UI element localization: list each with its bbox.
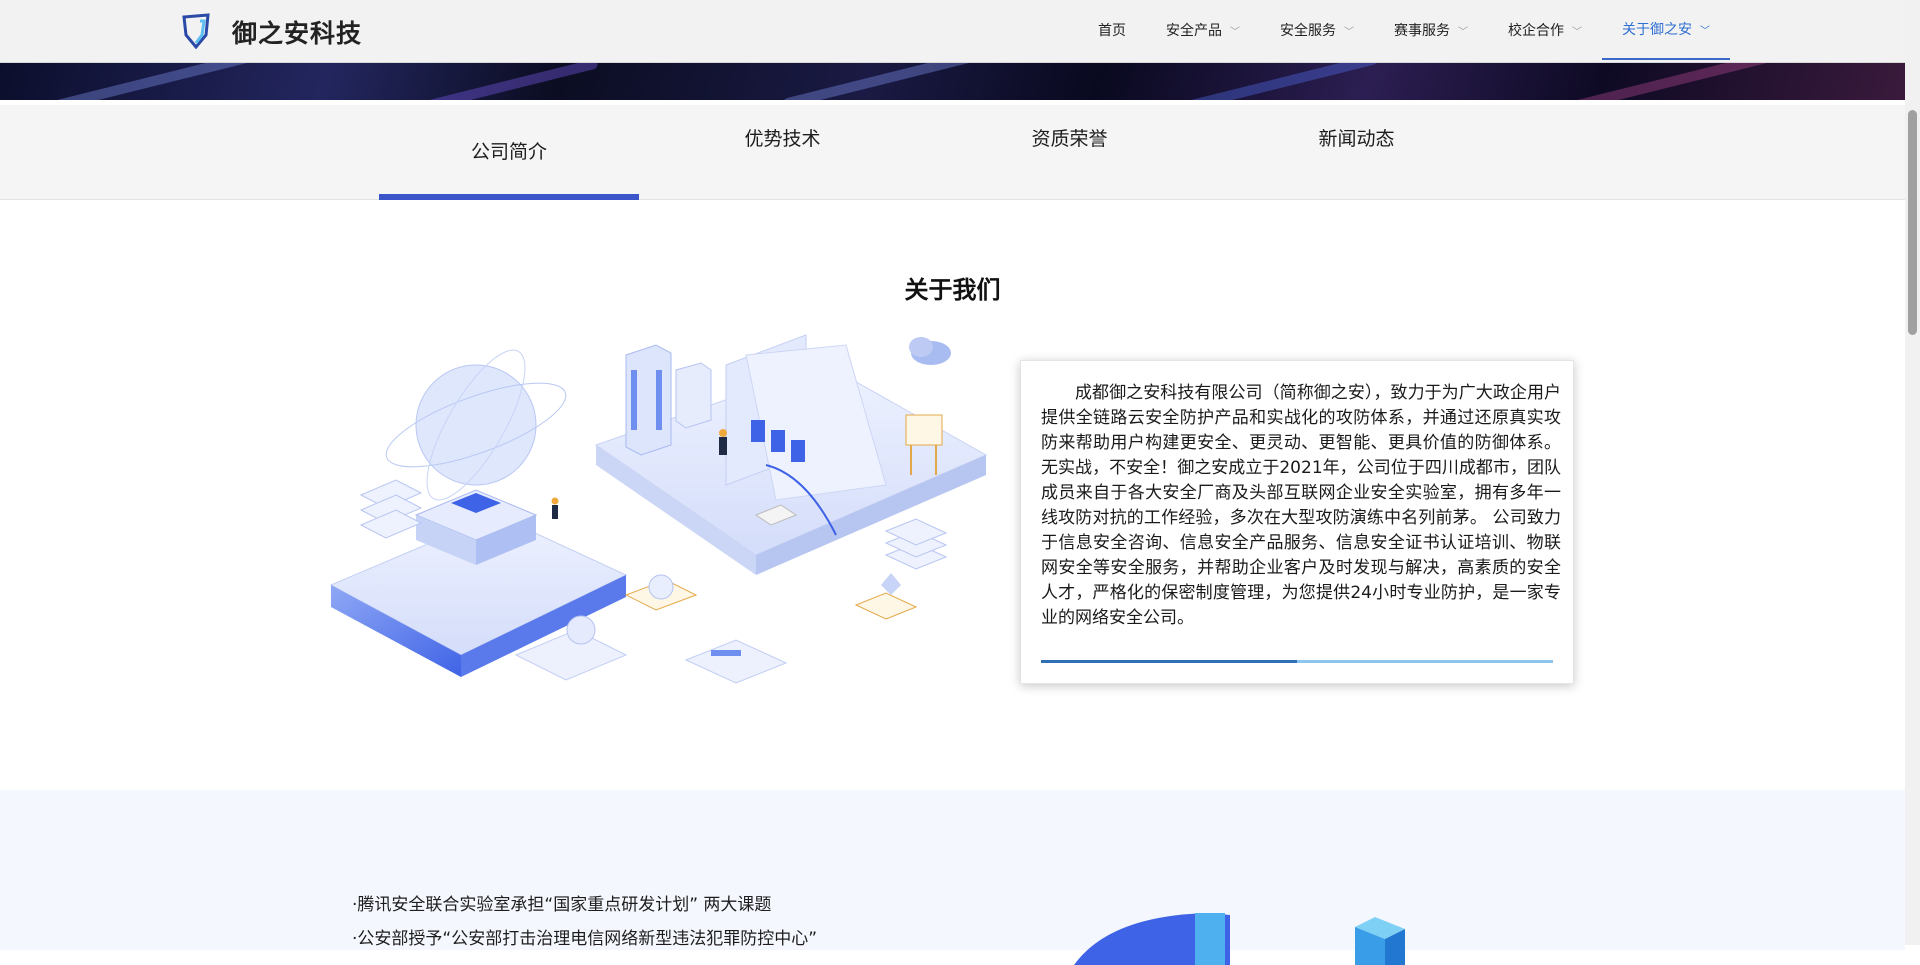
tab-label: 新闻动态 [1318, 128, 1395, 150]
tab-label: 优势技术 [744, 128, 821, 150]
nav-item-home[interactable]: 首页 [1078, 0, 1146, 60]
shield-logo-icon[interactable] [180, 13, 212, 49]
active-tab-indicator [379, 194, 639, 200]
nav-item-school-enterprise[interactable]: 校企合作 ﹀ [1488, 0, 1602, 60]
sub-navbar: 公司简介 优势技术 资质荣誉 新闻动态 [0, 105, 1905, 200]
nav-item-label: 校企合作 [1508, 23, 1564, 39]
section-title: 关于我们 [904, 276, 1001, 304]
about-progress-fill [1041, 660, 1297, 663]
top-navbar: 御之安科技 首页 安全产品 ﹀ 安全服务 ﹀ 赛事服务 ﹀ 校企合作 ﹀ 关于御… [0, 0, 1905, 63]
nav-item-label: 首页 [1098, 23, 1126, 39]
about-card: 成都御之安科技有限公司（简称御之安），致力于为广大政企用户提供全链路云安全防护产… [1020, 360, 1574, 684]
tab-label: 公司简介 [470, 141, 547, 163]
chevron-down-icon: ﹀ [1572, 26, 1582, 38]
nav-item-label: 关于御之安 [1622, 22, 1692, 38]
tab-company-profile[interactable]: 公司简介 [379, 105, 639, 200]
nav-item-competition-services[interactable]: 赛事服务 ﹀ [1374, 0, 1488, 60]
scrollbar-thumb[interactable] [1908, 110, 1917, 335]
honors-3d-graphic [1074, 913, 1405, 965]
brand-name[interactable]: 御之安科技 [232, 14, 362, 50]
nav-item-label: 安全服务 [1280, 23, 1336, 39]
chevron-down-icon: ﹀ [1344, 26, 1354, 38]
isometric-datacenter-illustration [329, 334, 988, 684]
nav-item-security-products[interactable]: 安全产品 ﹀ [1146, 0, 1260, 60]
honors-section: ·腾讯安全联合实验室承担“国家重点研发计划” 两大课题 ·公安部授予“公安部打击… [0, 790, 1905, 965]
tab-qualifications[interactable]: 资质荣誉 [926, 105, 1213, 199]
nav-item-label: 安全产品 [1166, 23, 1222, 39]
page-scrollbar[interactable] [1905, 0, 1920, 945]
about-tabs: 公司简介 优势技术 资质荣誉 新闻动态 [379, 105, 1500, 200]
honor-item: ·腾讯安全联合实验室承担“国家重点研发计划” 两大课题 [352, 895, 772, 915]
nav-item-label: 赛事服务 [1394, 23, 1450, 39]
honor-item: ·公安部授予“公安部打击治理电信网络新型违法犯罪防控中心” [352, 929, 818, 949]
about-progress-track [1041, 660, 1553, 663]
chevron-down-icon: ﹀ [1700, 25, 1710, 37]
chevron-down-icon: ﹀ [1230, 26, 1240, 38]
tab-advantage-tech[interactable]: 优势技术 [639, 105, 926, 199]
nav-item-about[interactable]: 关于御之安 ﹀ [1602, 0, 1730, 60]
nav-item-security-services[interactable]: 安全服务 ﹀ [1260, 0, 1374, 60]
tab-news[interactable]: 新闻动态 [1213, 105, 1500, 199]
main-menu: 首页 安全产品 ﹀ 安全服务 ﹀ 赛事服务 ﹀ 校企合作 ﹀ 关于御之安 ﹀ [1078, 0, 1730, 62]
tab-label: 资质荣誉 [1031, 128, 1108, 150]
about-description: 成都御之安科技有限公司（简称御之安），致力于为广大政企用户提供全链路云安全防护产… [1041, 383, 1561, 628]
chevron-down-icon: ﹀ [1458, 26, 1468, 38]
